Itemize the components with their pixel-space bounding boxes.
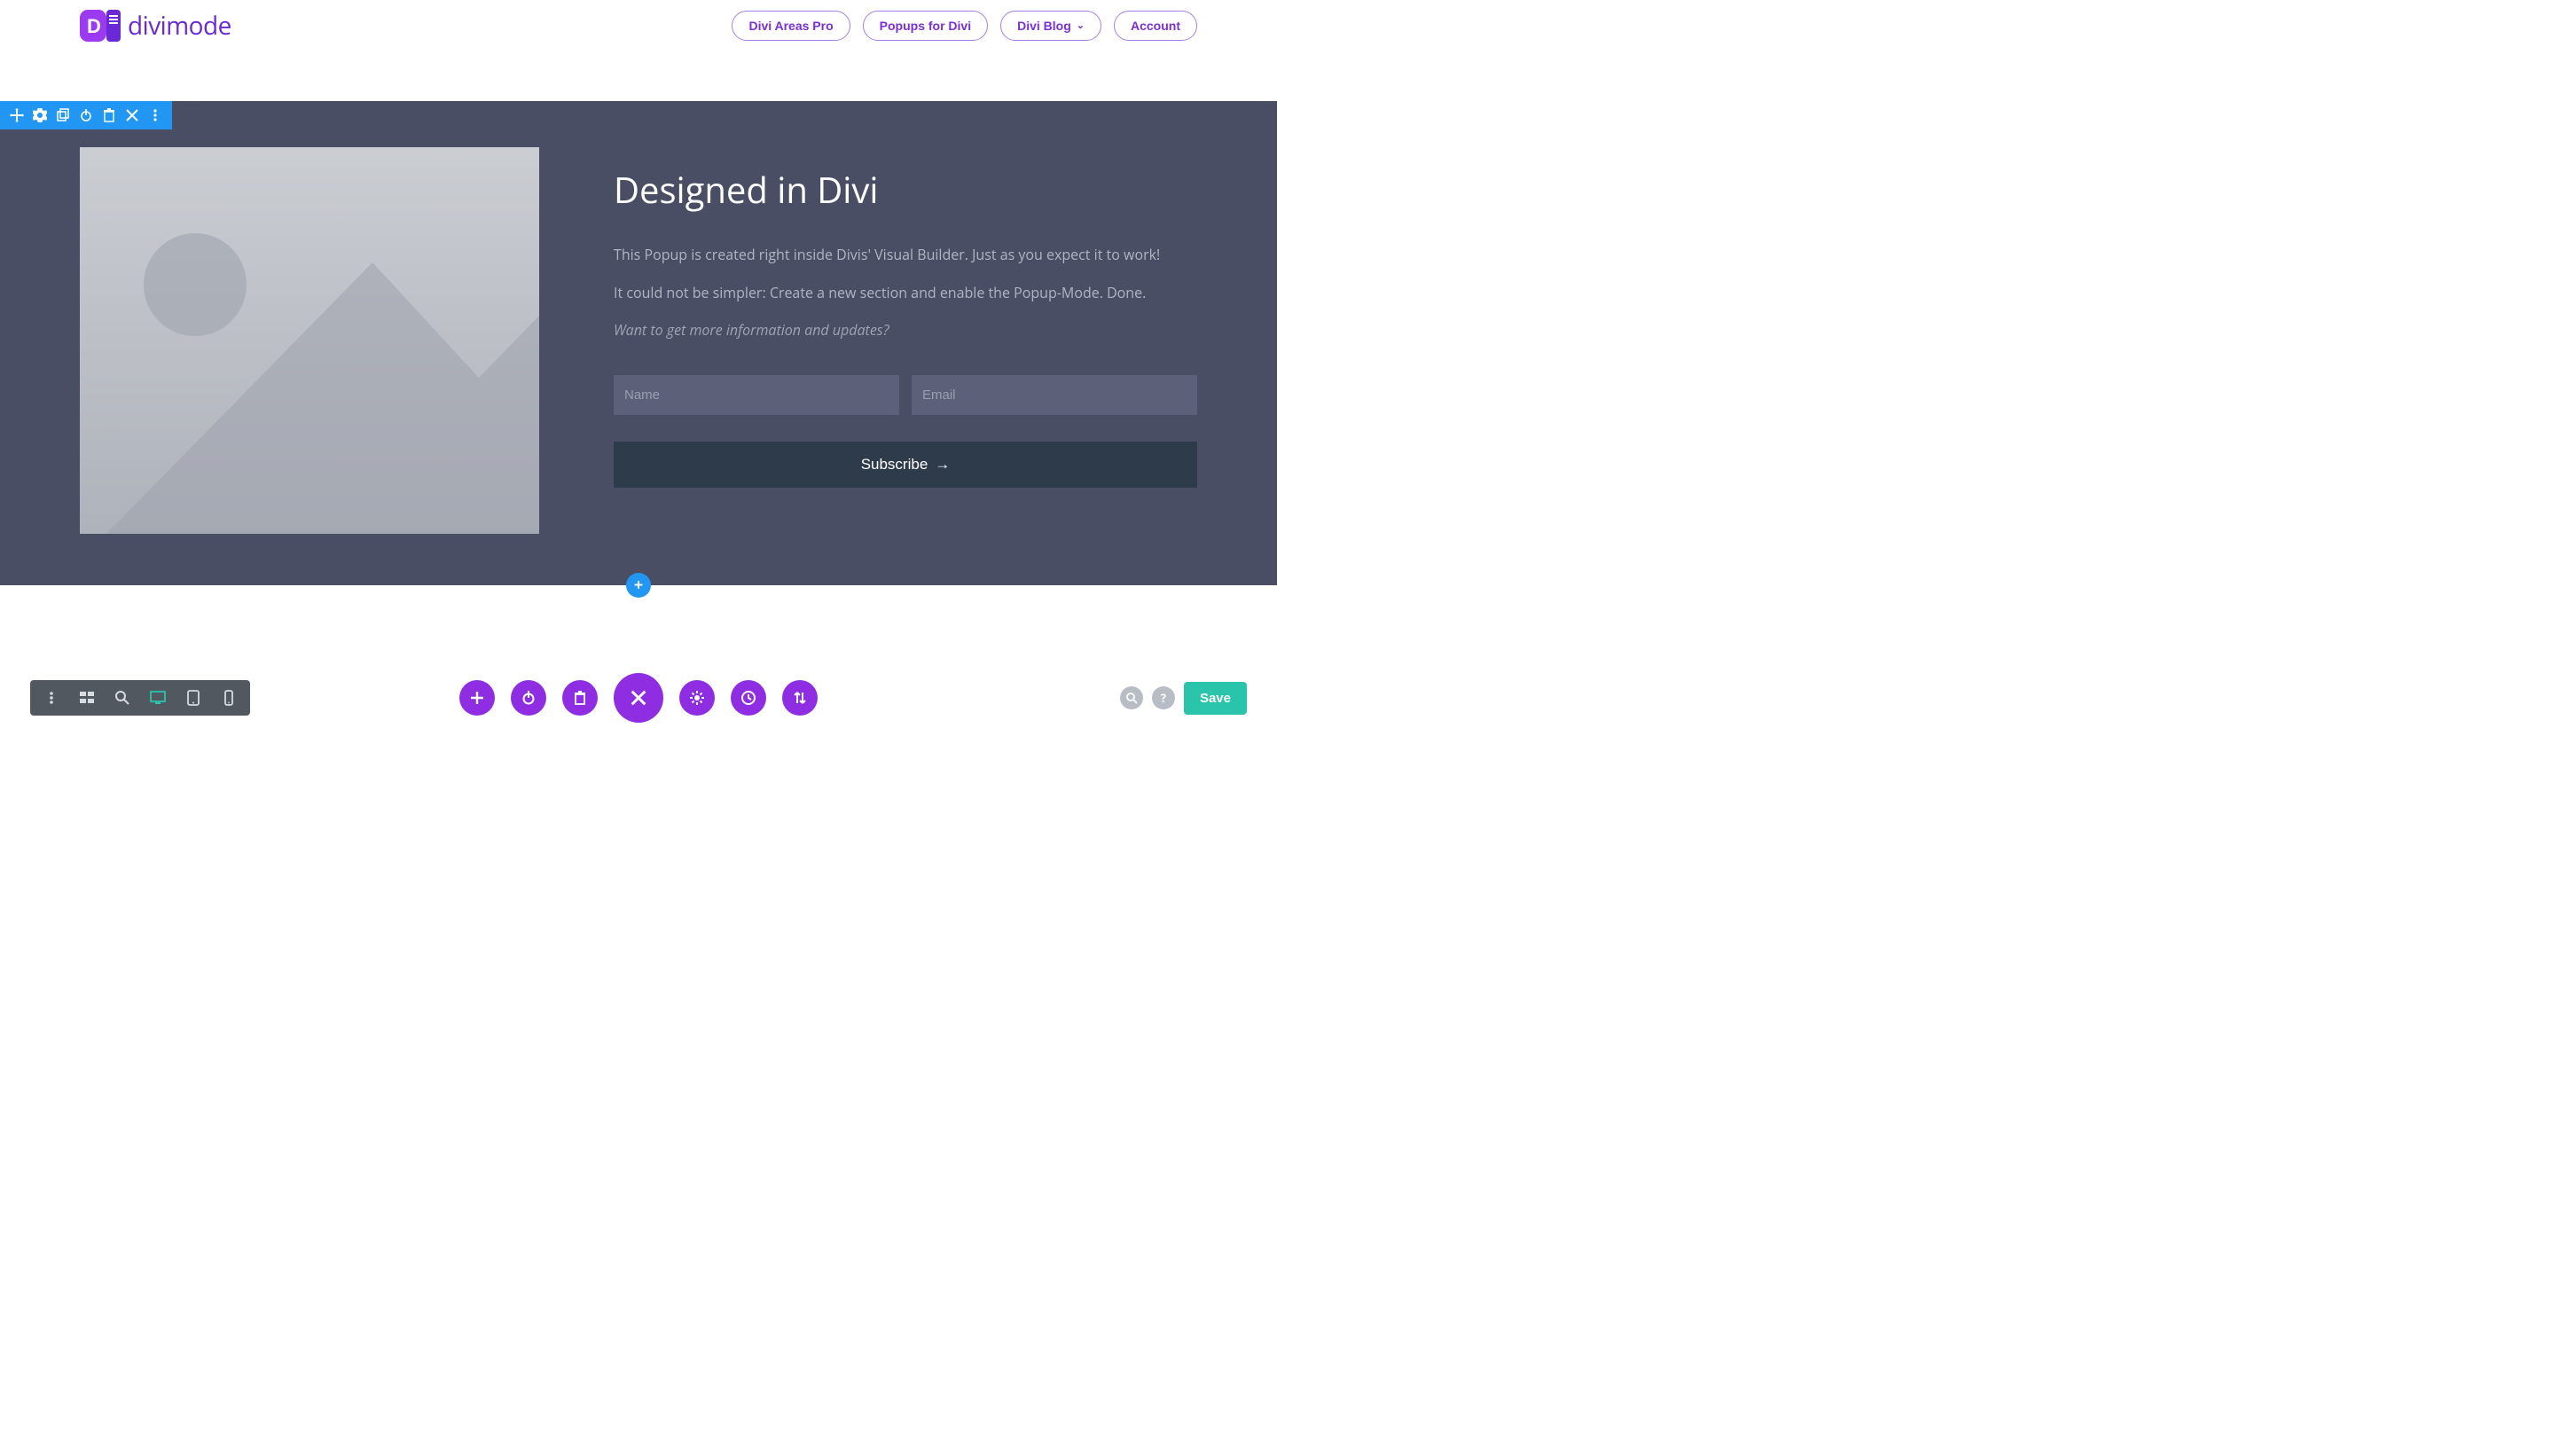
section-toolbar xyxy=(0,101,172,129)
history-button[interactable] xyxy=(731,680,766,716)
save-button[interactable]: Save xyxy=(1184,682,1247,715)
move-icon[interactable] xyxy=(5,101,28,129)
svg-text:D: D xyxy=(87,15,101,37)
paragraph-1: This Popup is created right inside Divis… xyxy=(614,244,1197,266)
paragraph-italic: Want to get more information and updates… xyxy=(614,320,1197,340)
builder-section-wrap: Designed in Divi This Popup is created r… xyxy=(0,101,1277,585)
logo[interactable]: D divimode xyxy=(80,9,231,43)
gear-icon[interactable] xyxy=(28,101,51,129)
more-icon[interactable] xyxy=(144,101,167,129)
nav-popups-for-divi[interactable]: Popups for Divi xyxy=(863,11,988,41)
phone-view-icon[interactable] xyxy=(211,680,247,716)
chevron-down-icon: ⌄ xyxy=(1077,20,1085,31)
wireframe-icon[interactable] xyxy=(69,680,105,716)
close-builder-button[interactable] xyxy=(614,673,663,723)
desktop-view-icon[interactable] xyxy=(140,680,176,716)
nav-account[interactable]: Account xyxy=(1114,11,1197,41)
zoom-icon[interactable] xyxy=(105,680,140,716)
heading: Designed in Divi xyxy=(614,165,1197,214)
search-help-icon[interactable] xyxy=(1120,686,1143,709)
arrow-right-icon: → xyxy=(935,456,950,474)
power-icon[interactable] xyxy=(74,101,98,129)
subscribe-button[interactable]: Subscribe → xyxy=(614,442,1197,488)
add-button[interactable] xyxy=(459,680,495,716)
builder-bottom-bar: ? Save xyxy=(0,680,1277,716)
optin-form-row xyxy=(614,375,1197,415)
trash-icon[interactable] xyxy=(98,101,121,129)
logo-text: divimode xyxy=(128,9,231,43)
portability-button[interactable] xyxy=(782,680,818,716)
image-placeholder[interactable] xyxy=(80,147,539,534)
power-button[interactable] xyxy=(511,680,546,716)
subscribe-label: Subscribe xyxy=(861,456,928,474)
view-toolbar xyxy=(30,680,250,716)
logo-icon: D xyxy=(80,10,121,42)
name-input[interactable] xyxy=(614,375,899,415)
email-input[interactable] xyxy=(912,375,1197,415)
image-column xyxy=(80,147,539,534)
builder-actions xyxy=(459,673,818,723)
paragraph-2: It could not be simpler: Create a new se… xyxy=(614,282,1197,304)
tablet-view-icon[interactable] xyxy=(176,680,211,716)
popup-section[interactable]: Designed in Divi This Popup is created r… xyxy=(0,101,1277,585)
main-nav: Divi Areas Pro Popups for Divi Divi Blog… xyxy=(732,11,1197,41)
close-icon[interactable] xyxy=(121,101,144,129)
help-icon[interactable]: ? xyxy=(1152,686,1175,709)
trash-button[interactable] xyxy=(562,680,598,716)
right-actions: ? Save xyxy=(1120,682,1247,715)
text-column: Designed in Divi This Popup is created r… xyxy=(614,147,1197,534)
duplicate-icon[interactable] xyxy=(51,101,74,129)
settings-button[interactable] xyxy=(679,680,715,716)
menu-dots-icon[interactable] xyxy=(34,680,69,716)
add-section-button[interactable]: + xyxy=(626,573,651,598)
nav-divi-areas-pro[interactable]: Divi Areas Pro xyxy=(732,11,850,41)
site-header: D divimode Divi Areas Pro Popups for Div… xyxy=(0,0,1277,51)
nav-divi-blog[interactable]: Divi Blog⌄ xyxy=(1000,11,1101,41)
